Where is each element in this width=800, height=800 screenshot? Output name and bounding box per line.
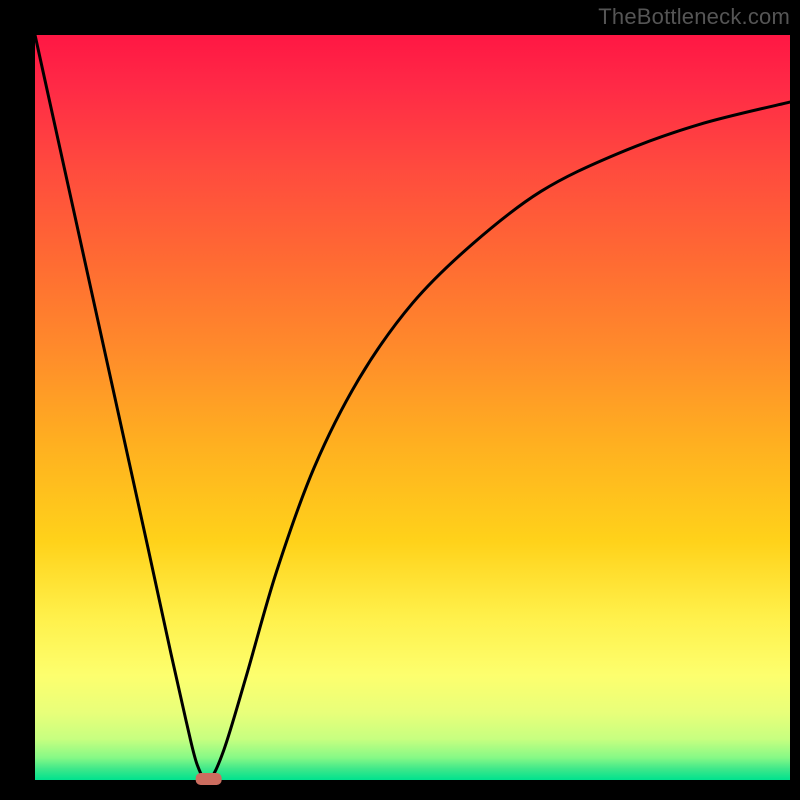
bottleneck-chart — [0, 0, 800, 800]
minimum-marker — [196, 773, 222, 785]
chart-background-gradient — [35, 35, 790, 780]
